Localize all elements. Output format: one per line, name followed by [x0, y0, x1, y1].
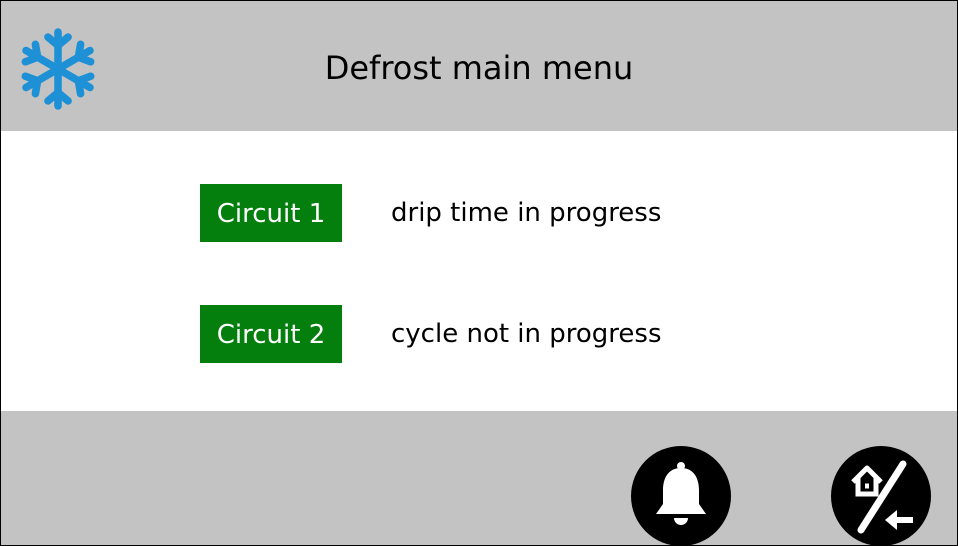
circuit-2-status: cycle not in progress [391, 319, 662, 349]
home-back-icon [831, 446, 931, 545]
circuit-row-2: Circuit 2 cycle not in progress [1, 305, 957, 363]
circuit-list: Circuit 1 drip time in progress Circuit … [1, 131, 957, 411]
circuit-1-status: drip time in progress [391, 198, 662, 228]
bell-icon [631, 446, 731, 545]
header-bar: Defrost main menu [1, 1, 957, 131]
circuit-1-button[interactable]: Circuit 1 [200, 184, 342, 242]
home-back-button[interactable] [831, 446, 931, 545]
circuit-2-button[interactable]: Circuit 2 [200, 305, 342, 363]
circuit-row-1: Circuit 1 drip time in progress [1, 184, 957, 242]
alarm-button[interactable] [631, 446, 731, 545]
defrost-screen: Defrost main menu Circuit 1 drip time in… [0, 0, 958, 546]
footer-bar [1, 411, 957, 545]
page-title: Defrost main menu [324, 49, 634, 87]
